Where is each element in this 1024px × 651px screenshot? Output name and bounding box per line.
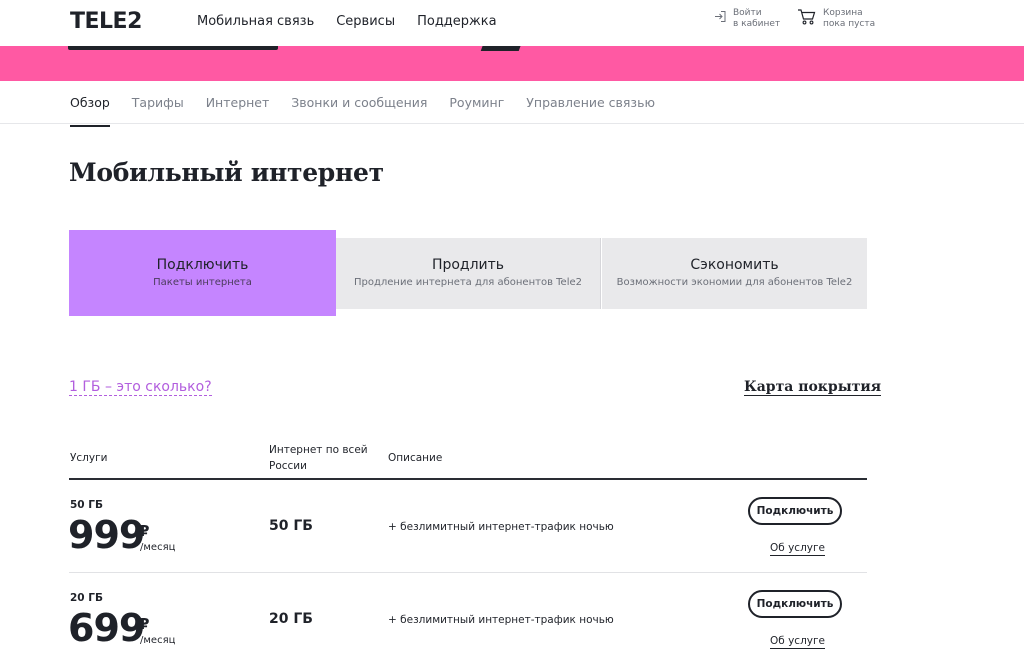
column-header-description: Описание [388,452,443,464]
segment-title: Подключить [156,257,249,273]
column-header-internet: Интернет по всей России [269,444,368,472]
tab-account-management[interactable]: Управление связью [526,95,655,110]
tab-overview[interactable]: Обзор [70,95,110,127]
login-line1: Войти [733,8,762,18]
segment-connect[interactable]: Подключить Пакеты интернета [69,230,336,316]
tab-tariffs[interactable]: Тарифы [132,95,184,110]
tab-internet[interactable]: Интернет [206,95,270,110]
cart-icon [797,8,817,30]
segment-title: Сэкономить [690,257,779,273]
banner-graphic-left [68,46,278,50]
package-name: 20 ГБ [70,592,103,604]
connect-button[interactable]: Подключить [748,590,842,618]
segment-title: Продлить [431,257,505,273]
about-service-link[interactable]: Об услуге [770,635,825,649]
promo-banner[interactable] [0,46,1024,81]
segment-subtitle: Продление интернета для абонентов Tele2 [353,277,582,288]
cart-line1: Корзина [823,8,863,18]
package-description: + безлимитный интернет-трафик ночью [388,614,614,626]
cart-button[interactable]: Корзина пока пуста [797,8,875,30]
cart-line2: пока пуста [823,19,876,29]
segment-extend[interactable]: Продлить Продление интернета для абонент… [336,238,601,309]
nav-support[interactable]: Поддержка [417,14,497,29]
packages-table: Услуги Интернет по всей России Описание … [68,440,867,651]
package-name: 50 ГБ [70,499,103,511]
tab-roaming[interactable]: Роуминг [449,95,504,110]
tele2-logo[interactable]: TELE2 [70,9,142,34]
table-header: Услуги Интернет по всей России Описание [69,440,867,480]
internet-volume: 50 ГБ [269,518,313,534]
login-line2: в кабинет [733,19,781,29]
currency-sign: ₽ [139,615,150,633]
table-row: 50 ГБ 999 ₽ /месяц 50 ГБ + безлимитный и… [68,480,867,573]
internet-volume: 20 ГБ [269,611,313,627]
login-icon [714,8,727,27]
page-title: Мобильный интернет [69,158,384,187]
nav-mobile[interactable]: Мобильная связь [197,14,314,29]
section-tabs: Обзор Тарифы Интернет Звонки и сообщения… [0,81,1024,127]
table-row: 20 ГБ 699 ₽ /месяц 20 ГБ + безлимитный и… [68,573,867,651]
segment-subtitle: Возможности экономии для абонентов Tele2 [616,277,853,288]
price-value: 699 [68,606,145,650]
nav-services[interactable]: Сервисы [336,14,395,29]
price-period: /месяц [140,635,176,646]
banner-graphic-right [480,46,522,51]
currency-sign: ₽ [139,522,150,540]
column-header-services: Услуги [70,452,108,464]
price-period: /месяц [140,542,176,553]
tab-calls-messages[interactable]: Звонки и сообщения [291,95,427,110]
coverage-map-link[interactable]: Карта покрытия [744,379,882,396]
segment-save[interactable]: Сэкономить Возможности экономии для абон… [602,238,867,309]
connect-button[interactable]: Подключить [748,497,842,525]
gb-info-link[interactable]: 1 ГБ – это сколько? [69,379,212,396]
segment-subtitle: Пакеты интернета [153,277,252,288]
top-nav: Мобильная связь Сервисы Поддержка [197,14,519,29]
package-description: + безлимитный интернет-трафик ночью [388,521,614,533]
about-service-link[interactable]: Об услуге [770,542,825,556]
price-value: 999 [68,513,145,557]
login-button[interactable]: Войти в кабинет [714,8,780,30]
site-header: TELE2 Мобильная связь Сервисы Поддержка … [0,0,1024,46]
